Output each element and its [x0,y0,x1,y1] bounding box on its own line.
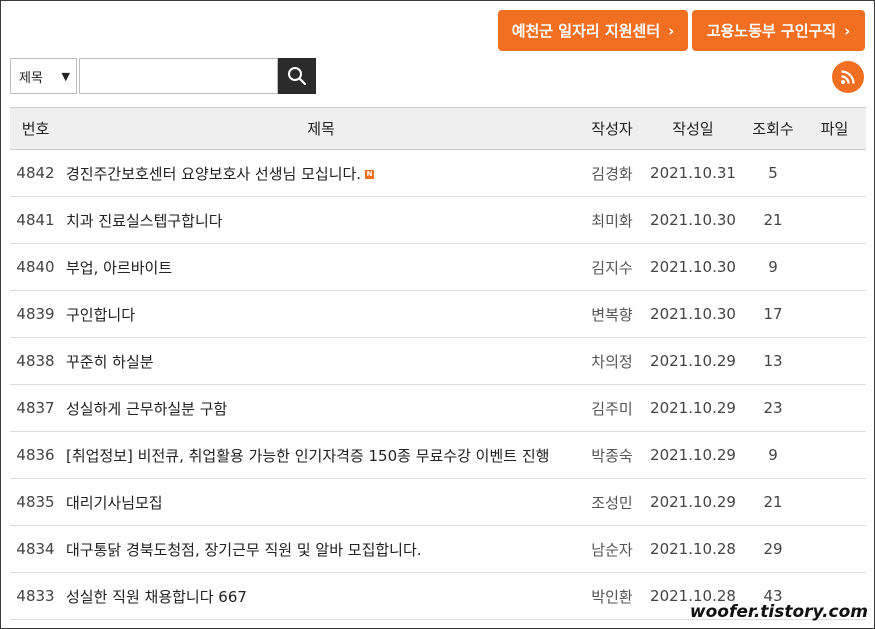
post-title-cell: 대리기사님모집 [61,492,581,513]
post-date: 2021.10.31 [650,164,736,182]
post-title-link[interactable]: 대구통닭 경북도청점, 장기근무 직원 및 알바 모집합니다. [66,541,422,559]
table-row: 4839 구인합니다 변복향 2021.10.30 17 [10,291,866,338]
header-date: 작성일 [672,120,714,138]
post-number: 4836 [16,446,55,464]
post-title-link[interactable]: 경진주간보호센터 요양보호사 선생님 모십니다. [66,165,361,183]
table-row: 4838 꾸준히 하실분 차의정 2021.10.29 13 [10,338,866,385]
post-author: 김주미 [591,399,633,418]
post-views: 17 [763,305,783,323]
post-title-link[interactable]: [취업정보] 비전큐, 취업활용 가능한 인기자격증 150종 무료수강 이벤트… [66,447,549,465]
post-date: 2021.10.30 [650,258,736,276]
table-row: 4842 경진주간보호센터 요양보호사 선생님 모십니다. N 김경화 2021.… [10,150,866,197]
post-title-cell: [취업정보] 비전큐, 취업활용 가능한 인기자격증 150종 무료수강 이벤트… [61,445,581,466]
chevron-right-icon: › [668,21,675,40]
new-badge: N [365,169,375,179]
post-author: 박인환 [591,587,633,606]
post-title-link[interactable]: 꾸준히 하실분 [66,353,154,371]
post-title-cell: 치과 진료실스텝구합니다 [61,210,581,231]
post-number: 4834 [16,540,55,558]
post-author: 조성민 [591,493,633,512]
post-author: 차의정 [591,352,633,371]
post-number: 4838 [16,352,55,370]
post-views: 21 [763,493,783,511]
post-title-link[interactable]: 구인합니다 [66,306,135,324]
post-number: 4841 [16,211,55,229]
job-center-button[interactable]: 예천군 일자리 지원센터 › [498,10,688,51]
header-file: 파일 [820,120,849,138]
header-views: 조회수 [752,120,794,138]
post-date: 2021.10.28 [650,540,736,558]
post-title-link[interactable]: 치과 진료실스텝구합니다 [66,212,223,230]
search-input[interactable] [79,58,278,94]
post-title-cell: 성실하게 근무하실분 구함 [61,398,581,419]
post-author: 남순자 [591,540,633,559]
post-title-link[interactable]: 대리기사님모집 [66,494,163,512]
post-author: 박종숙 [591,446,633,465]
post-date: 2021.10.30 [650,211,736,229]
post-author: 김경화 [591,164,633,183]
post-number: 4833 [16,587,55,605]
post-number: 4840 [16,258,55,276]
search-field-select[interactable]: 제목 ▼ [10,58,77,94]
top-link-buttons: 예천군 일자리 지원센터 › 고용노동부 구인구직 › [498,10,865,51]
post-title-cell: 꾸준히 하실분 [61,351,581,372]
watermark: woofer.tistory.com [689,602,868,622]
post-date: 2021.10.29 [650,399,736,417]
search-button[interactable] [278,58,316,94]
post-views: 5 [768,164,778,182]
post-date: 2021.10.30 [650,305,736,323]
table-row: 4837 성실하게 근무하실분 구함 김주미 2021.10.29 23 [10,385,866,432]
job-center-button-label: 예천군 일자리 지원센터 [511,22,661,40]
table-row: 4840 부업, 아르바이트 김지수 2021.10.30 9 [10,244,866,291]
post-date: 2021.10.29 [650,352,736,370]
table-row: 4835 대리기사님모집 조성민 2021.10.29 21 [10,479,866,526]
post-number: 4835 [16,493,55,511]
post-title-cell: 구인합니다 [61,304,581,325]
post-number: 4842 [16,164,55,182]
post-views: 23 [763,399,783,417]
post-number: 4837 [16,399,55,417]
post-title-link[interactable]: 성실한 직원 채용합니다 667 [66,588,247,606]
post-title-cell: 부업, 아르바이트 [61,257,581,278]
table-row: 4841 치과 진료실스텝구합니다 최미화 2021.10.30 21 [10,197,866,244]
table-header: 번호 제목 작성자 작성일 조회수 파일 [10,107,866,150]
table-row: 4836 [취업정보] 비전큐, 취업활용 가능한 인기자격증 150종 무료수… [10,432,866,479]
rss-button[interactable] [832,61,864,93]
table-row: 4834 대구통닭 경북도청점, 장기근무 직원 및 알바 모집합니다. 남순자… [10,526,866,573]
header-num: 번호 [21,120,50,138]
post-title-cell: 대구통닭 경북도청점, 장기근무 직원 및 알바 모집합니다. [61,539,581,560]
post-number: 4839 [16,305,55,323]
post-views: 13 [763,352,783,370]
post-views: 29 [763,540,783,558]
search-bar: 제목 ▼ [10,58,316,94]
post-title-link[interactable]: 성실하게 근무하실분 구함 [66,400,227,418]
search-icon [288,67,307,86]
post-table: 번호 제목 작성자 작성일 조회수 파일 4842 경진주간보호센터 요양보호사… [10,107,866,620]
post-author: 김지수 [591,258,633,277]
rss-icon [841,70,855,84]
labor-ministry-button[interactable]: 고용노동부 구인구직 › [692,10,865,51]
labor-ministry-button-label: 고용노동부 구인구직 [706,22,837,40]
post-title-cell: 성실한 직원 채용합니다 667 [61,586,581,607]
post-views: 9 [768,258,778,276]
post-views: 21 [763,211,783,229]
post-title-cell: 경진주간보호센터 요양보호사 선생님 모십니다. N [61,163,581,184]
post-author: 최미화 [591,211,633,230]
post-date: 2021.10.29 [650,493,736,511]
header-title: 제목 [307,120,335,138]
post-title-link[interactable]: 부업, 아르바이트 [66,259,172,277]
post-author: 변복향 [591,305,633,324]
chevron-down-icon: ▼ [61,69,70,83]
post-date: 2021.10.29 [650,446,736,464]
search-select-value: 제목 [19,70,43,86]
header-author: 작성자 [591,120,633,138]
post-views: 9 [768,446,778,464]
chevron-right-icon: › [844,21,851,40]
